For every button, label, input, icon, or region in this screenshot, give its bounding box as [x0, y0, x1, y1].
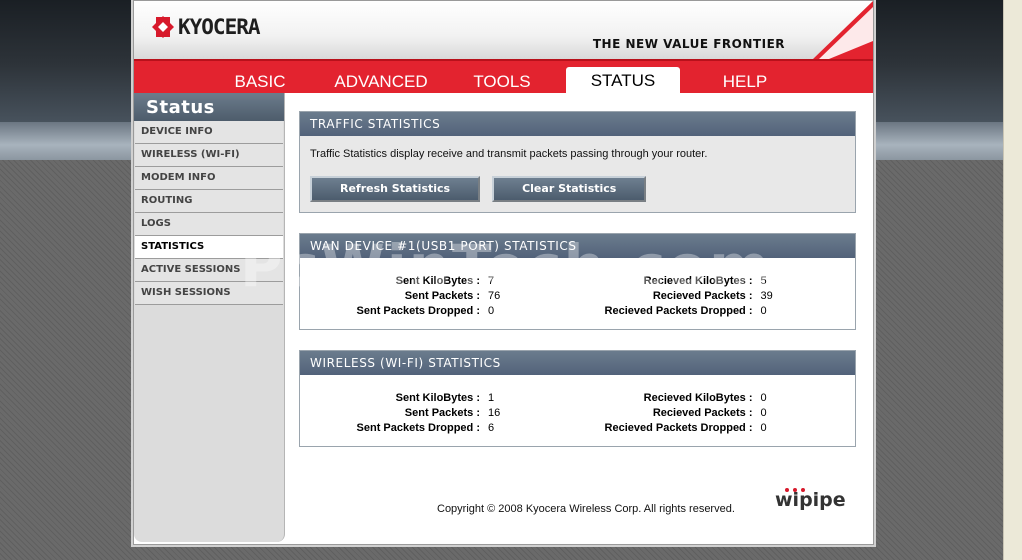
- sidebar-item-active-sessions[interactable]: ACTIVE SESSIONS: [135, 259, 283, 282]
- stat-label: Sent Packets :: [404, 407, 480, 419]
- sidebar-title: Status: [134, 93, 284, 121]
- tab-advanced[interactable]: ADVANCED: [328, 71, 434, 93]
- stat-value: 0: [760, 422, 767, 434]
- stat-label: Sent Packets :: [404, 290, 480, 302]
- kyocera-logo: KYOCERA: [152, 15, 261, 39]
- browser-scrollbar[interactable]: [1003, 0, 1022, 560]
- stat-row: Recieved Packets Dropped : 0: [578, 304, 846, 319]
- wan-statistics-title: WAN DEVICE #1(USB1 PORT) STATISTICS: [300, 234, 855, 258]
- tab-status[interactable]: STATUS: [566, 67, 680, 93]
- main-content: TRAFFIC STATISTICS Traffic Statistics di…: [299, 111, 856, 467]
- logo-text: KYOCERA: [178, 15, 261, 39]
- wifi-received-column: Recieved KiloBytes : 0 Recieved Packets :…: [578, 391, 846, 436]
- refresh-statistics-button[interactable]: Refresh Statistics: [310, 176, 481, 202]
- stat-row: Recieved KiloBytes : 5: [578, 274, 846, 289]
- wifi-statistics-title: WIRELESS (WI-FI) STATISTICS: [300, 351, 855, 375]
- header-swoosh: [813, 1, 873, 59]
- sidebar-item-statistics[interactable]: STATISTICS: [135, 236, 283, 259]
- stat-label: Sent Packets Dropped :: [356, 305, 480, 317]
- stat-value: 6: [488, 422, 495, 434]
- stat-label: Sent KiloBytes :: [395, 275, 480, 287]
- sidebar-item-modem-info[interactable]: MODEM INFO: [135, 167, 283, 190]
- stat-row: Recieved Packets Dropped : 0: [578, 421, 846, 436]
- traffic-statistics-title: TRAFFIC STATISTICS: [300, 112, 855, 136]
- wan-statistics-panel: WAN DEVICE #1(USB1 PORT) STATISTICS Sent…: [299, 233, 856, 330]
- stat-row: Recieved KiloBytes : 0: [578, 391, 846, 406]
- wan-sent-column: Sent KiloBytes : 7 Sent Packets : 76 Sent …: [310, 274, 578, 319]
- stat-row: Recieved Packets : 0: [578, 406, 846, 421]
- header: KYOCERA THE NEW VALUE FRONTIER: [134, 1, 873, 59]
- traffic-statistics-panel: TRAFFIC STATISTICS Traffic Statistics di…: [299, 111, 856, 213]
- sidebar-item-device-info[interactable]: DEVICE INFO: [135, 121, 283, 144]
- stat-value: 5: [760, 275, 767, 287]
- stat-value: 0: [488, 305, 495, 317]
- kyocera-logo-icon: [152, 16, 174, 38]
- stat-label: Recieved Packets :: [652, 290, 753, 302]
- stat-row: Sent Packets Dropped : 0: [310, 304, 578, 319]
- wan-received-column: Recieved KiloBytes : 5 Recieved Packets :…: [578, 274, 846, 319]
- main-nav: BASIC ADVANCED TOOLS STATUS HELP: [134, 59, 873, 93]
- clear-statistics-button[interactable]: Clear Statistics: [492, 176, 647, 202]
- tagline: THE NEW VALUE FRONTIER: [592, 37, 785, 51]
- stat-value: 0: [760, 407, 767, 419]
- stat-row: Sent Packets : 16: [310, 406, 578, 421]
- sidebar-item-routing[interactable]: ROUTING: [135, 190, 283, 213]
- stat-label: Recieved Packets Dropped :: [604, 422, 753, 434]
- tab-basic[interactable]: BASIC: [222, 71, 298, 93]
- router-admin-page: KYOCERA THE NEW VALUE FRONTIER BASIC ADV…: [133, 0, 874, 545]
- stat-value: 0: [760, 392, 767, 404]
- tab-tools[interactable]: TOOLS: [464, 71, 540, 93]
- wipipe-dots-icon: [785, 488, 805, 492]
- stat-label: Recieved KiloBytes :: [643, 275, 753, 287]
- stat-row: Sent KiloBytes : 1: [310, 391, 578, 406]
- traffic-description: Traffic Statistics display receive and t…: [310, 148, 708, 160]
- tab-help[interactable]: HELP: [708, 71, 782, 93]
- wifi-statistics-panel: WIRELESS (WI-FI) STATISTICS Sent KiloByt…: [299, 350, 856, 447]
- stat-row: Sent Packets Dropped : 6: [310, 421, 578, 436]
- stat-row: Sent KiloBytes : 7: [310, 274, 578, 289]
- sidebar: Status DEVICE INFO WIRELESS (WI-FI) MODE…: [134, 93, 285, 542]
- stat-value: 0: [760, 305, 767, 317]
- sidebar-item-logs[interactable]: LOGS: [135, 213, 283, 236]
- stat-value: 76: [488, 290, 501, 302]
- stat-label: Sent KiloBytes :: [395, 392, 480, 404]
- stat-value: 39: [760, 290, 773, 302]
- stat-row: Sent Packets : 76: [310, 289, 578, 304]
- wifi-sent-column: Sent KiloBytes : 1 Sent Packets : 16 Sent …: [310, 391, 578, 436]
- stat-row: Recieved Packets : 39: [578, 289, 846, 304]
- stat-label: Recieved KiloBytes :: [643, 392, 753, 404]
- stat-label: Recieved Packets :: [652, 407, 753, 419]
- stat-value: 7: [488, 275, 495, 287]
- stat-label: Recieved Packets Dropped :: [604, 305, 753, 317]
- stat-value: 1: [488, 392, 495, 404]
- sidebar-item-wish-sessions[interactable]: WISH SESSIONS: [135, 282, 283, 305]
- stat-label: Sent Packets Dropped :: [356, 422, 480, 434]
- copyright-text: Copyright © 2008 Kyocera Wireless Corp. …: [437, 503, 735, 515]
- sidebar-item-wireless[interactable]: WIRELESS (WI-FI): [135, 144, 283, 167]
- wipipe-logo: wipipe: [775, 488, 846, 511]
- stat-value: 16: [488, 407, 501, 419]
